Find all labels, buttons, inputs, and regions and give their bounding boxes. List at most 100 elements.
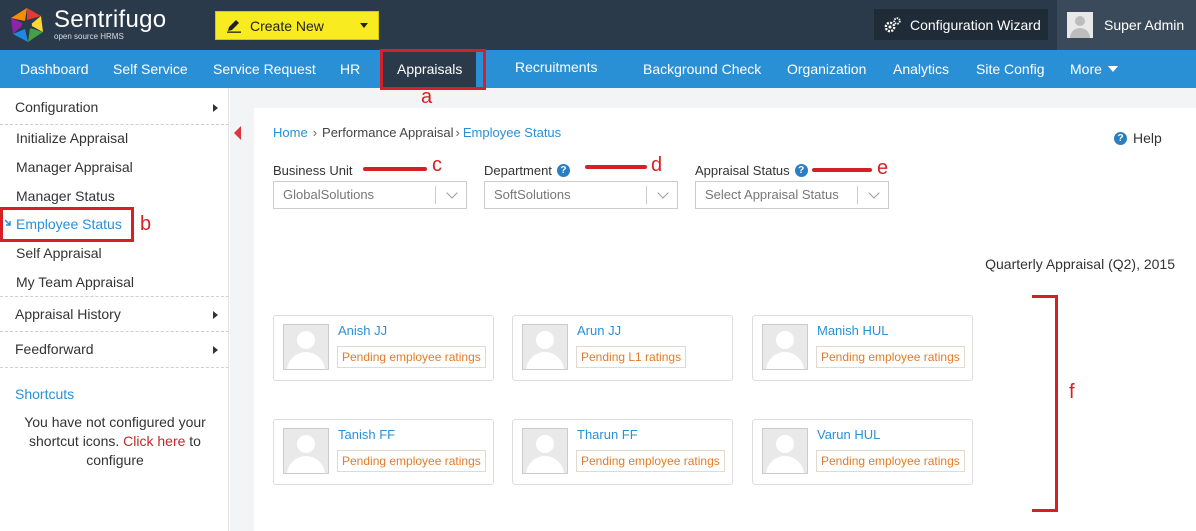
logo[interactable]: Sentrifugo open source HRMS [8, 6, 166, 44]
nav-more[interactable]: More [1070, 50, 1118, 88]
status-badge: Pending employee ratings [337, 450, 486, 472]
business-unit-select[interactable]: GlobalSolutions [273, 181, 467, 209]
employee-name[interactable]: Tanish FF [338, 427, 395, 442]
create-new-label: Create New [250, 17, 324, 34]
status-badge: Pending employee ratings [816, 450, 965, 472]
employee-card[interactable]: Manish HUL Pending employee ratings [752, 315, 973, 381]
avatar [283, 428, 329, 474]
annotation-line-d [585, 165, 647, 169]
nav-analytics[interactable]: Analytics [893, 50, 949, 88]
configure-shortcuts-link[interactable]: Click here [123, 433, 185, 449]
department-value: SoftSolutions [494, 187, 571, 202]
help-icon: ? [1114, 131, 1127, 145]
help-label: Help [1133, 130, 1162, 146]
employee-card[interactable]: Anish JJ Pending employee ratings [273, 315, 494, 381]
main-nav: Dashboard Self Service Service Request H… [0, 50, 1196, 88]
collapse-sidebar-icon[interactable] [234, 126, 241, 140]
employee-name[interactable]: Varun HUL [817, 427, 880, 442]
sidebar-item-initialize-appraisal[interactable]: Initialize Appraisal [16, 127, 128, 149]
annotation-box-b [0, 207, 134, 242]
app-tagline: open source HRMS [54, 32, 124, 41]
business-unit-value: GlobalSolutions [283, 187, 375, 202]
status-badge: Pending L1 ratings [576, 346, 687, 368]
sidebar-collapse-strip [230, 88, 254, 531]
avatar [522, 428, 568, 474]
create-new-button[interactable]: Create New [215, 11, 379, 40]
department-label: Department ? [484, 163, 570, 178]
appraisal-status-placeholder: Select Appraisal Status [705, 187, 839, 202]
annotation-line-e [812, 168, 872, 172]
appraisal-status-select[interactable]: Select Appraisal Status [695, 181, 889, 209]
shortcuts-title: Shortcuts [15, 386, 75, 402]
annotation-label-c: c [432, 154, 442, 176]
employee-name[interactable]: Arun JJ [577, 323, 621, 338]
user-menu[interactable]: Super Admin [1057, 0, 1196, 50]
nav-background-check[interactable]: Background Check [643, 50, 761, 88]
avatar [762, 428, 808, 474]
shortcuts-message: You have not configured your shortcut ic… [24, 414, 206, 468]
employee-card[interactable]: Varun HUL Pending employee ratings [752, 419, 973, 485]
top-bar: Sentrifugo open source HRMS Create New C… [0, 0, 1196, 50]
employee-name[interactable]: Manish HUL [817, 323, 889, 338]
annotation-label-a: a [421, 86, 433, 108]
employee-name[interactable]: Tharun FF [577, 427, 638, 442]
pencil-icon [227, 19, 241, 33]
content-top-strip [254, 88, 1196, 108]
employee-card[interactable]: Arun JJ Pending L1 ratings [512, 315, 733, 381]
sidebar-section-label: Feedforward [15, 341, 94, 357]
sidebar-section-appraisal-history[interactable]: Appraisal History [0, 296, 229, 332]
annotation-box-a [380, 49, 486, 90]
breadcrumb-separator: › [455, 125, 460, 140]
employee-card[interactable]: Tharun FF Pending employee ratings [512, 419, 733, 485]
nav-recruitments[interactable]: Recruitments [515, 48, 597, 86]
chevron-down-icon [1107, 66, 1118, 72]
sidebar-item-self-appraisal[interactable]: Self Appraisal [16, 242, 102, 264]
configuration-wizard-button[interactable]: Configuration Wizard [874, 9, 1048, 40]
chevron-right-icon [213, 104, 218, 112]
nav-organization[interactable]: Organization [787, 50, 866, 88]
appraisal-period-title: Quarterly Appraisal (Q2), 2015 [985, 256, 1175, 272]
breadcrumb-home[interactable]: Home [273, 125, 308, 140]
help-link[interactable]: ? Help [1114, 130, 1162, 146]
employee-name[interactable]: Anish JJ [338, 323, 387, 338]
info-icon[interactable]: ? [556, 164, 570, 177]
sidebar-section-feedforward[interactable]: Feedforward [0, 331, 229, 367]
chevron-down-icon [446, 187, 458, 199]
sentrifugo-logo-icon [11, 8, 43, 42]
annotation-label-b: b [140, 213, 152, 235]
user-name: Super Admin [1104, 17, 1185, 33]
avatar [762, 324, 808, 370]
sidebar-item-manager-appraisal[interactable]: Manager Appraisal [16, 156, 133, 178]
status-badge: Pending employee ratings [337, 346, 486, 368]
nav-self-service[interactable]: Self Service [113, 50, 188, 88]
chevron-right-icon [213, 346, 218, 354]
nav-site-config[interactable]: Site Config [976, 50, 1044, 88]
sidebar-item-my-team-appraisal[interactable]: My Team Appraisal [16, 271, 134, 293]
configuration-wizard-label: Configuration Wizard [910, 16, 1041, 33]
business-unit-label: Business Unit [273, 163, 353, 178]
annotation-label-d: d [651, 154, 663, 176]
gears-icon [884, 16, 901, 32]
avatar [1067, 12, 1093, 38]
chevron-down-icon [657, 187, 669, 199]
info-icon[interactable]: ? [794, 164, 808, 177]
chevron-right-icon [213, 311, 218, 319]
sidebar-section-configuration[interactable]: Configuration [0, 89, 229, 125]
breadcrumb: Home › Performance Appraisal › Employee Stat… [273, 125, 561, 140]
nav-dashboard[interactable]: Dashboard [20, 50, 89, 88]
sidebar-item-manager-status[interactable]: Manager Status [16, 185, 115, 207]
breadcrumb-current: Employee Status [462, 125, 562, 140]
chevron-down-icon [360, 23, 368, 28]
breadcrumb-separator: › [312, 125, 318, 140]
employee-card[interactable]: Tanish FF Pending employee ratings [273, 419, 494, 485]
status-badge: Pending employee ratings [816, 346, 965, 368]
nav-hr[interactable]: HR [340, 50, 360, 88]
nav-more-label: More [1070, 61, 1102, 77]
annotation-label-f: f [1069, 381, 1075, 403]
avatar [522, 324, 568, 370]
annotation-line-c [363, 167, 427, 171]
avatar [283, 324, 329, 370]
divider [0, 367, 229, 368]
department-select[interactable]: SoftSolutions [484, 181, 678, 209]
nav-service-request[interactable]: Service Request [213, 50, 316, 88]
